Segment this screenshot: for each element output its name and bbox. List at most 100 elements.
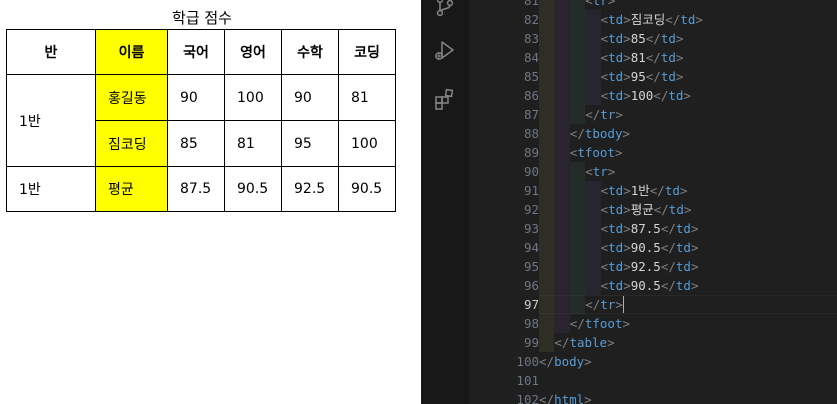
indent-guide <box>554 67 570 86</box>
indent-guide <box>585 181 601 200</box>
tag-bracket: > <box>623 183 631 198</box>
tag-name: td <box>660 50 676 65</box>
code-area[interactable]: <tr> <td>짐코딩</td> <td>85</td> <td>81</td> <t… <box>539 0 837 404</box>
tag-bracket: < <box>600 202 609 217</box>
score-table: 반 이름 국어 영어 수학 코딩 1반 홍길동 90 100 90 81 짐코딩… <box>6 29 396 212</box>
tag-bracket: </ <box>653 202 669 217</box>
indent-guide <box>539 238 555 257</box>
indent-guide <box>539 105 555 124</box>
indent-guide <box>554 295 570 314</box>
text-content: 1반 <box>630 183 650 198</box>
code-line[interactable]: <tr> <box>585 162 615 181</box>
tag-name: td <box>608 31 624 46</box>
indent-guide <box>554 124 570 143</box>
code-line[interactable]: <td>90.5</td> <box>601 276 699 295</box>
tag-name: tr <box>592 0 608 8</box>
source-control-icon[interactable] <box>433 0 457 18</box>
code-line[interactable]: </html> <box>539 390 592 404</box>
indent-guide <box>539 29 555 48</box>
code-line[interactable]: <td>92.5</td> <box>601 257 699 276</box>
tag-bracket: > <box>623 259 631 274</box>
tag-bracket: </ <box>665 12 681 27</box>
indent-guide <box>554 10 570 29</box>
average-cell: 87.5 <box>167 166 225 212</box>
code-line[interactable]: <td>짐코딩</td> <box>601 10 703 29</box>
code-line[interactable]: <td>95</td> <box>601 67 684 86</box>
indent-guide <box>585 200 601 219</box>
tag-bracket: > <box>690 259 699 274</box>
indent-guide <box>569 105 586 124</box>
code-line[interactable]: <td>85</td> <box>601 29 684 48</box>
tag-name: td <box>608 221 624 236</box>
indent-guide <box>554 162 570 181</box>
tag-bracket: > <box>607 164 616 179</box>
code-line[interactable]: </table> <box>554 333 614 352</box>
indent-guide <box>569 200 586 219</box>
code-line[interactable]: <td>90.5</td> <box>601 238 699 257</box>
code-line[interactable]: <td>1반</td> <box>601 181 688 200</box>
tag-name: td <box>660 31 676 46</box>
indent-guide <box>554 200 570 219</box>
indent-guide <box>569 0 586 10</box>
indent-guide <box>539 10 555 29</box>
tag-name: td <box>675 240 691 255</box>
code-editor[interactable]: 81 82 83 84 85 86 87 88 89 90 91 92 93 94 95 96 97 98 99 10… <box>421 0 837 404</box>
tag-bracket: > <box>623 202 631 217</box>
tag-bracket: > <box>690 240 699 255</box>
code-line[interactable]: </tfoot> <box>570 314 630 333</box>
class-cell: 1반 <box>6 166 96 212</box>
tag-bracket: < <box>585 0 593 8</box>
code-line[interactable]: </tr> <box>585 105 623 124</box>
header-cell: 코딩 <box>338 29 396 75</box>
line-number: 86 <box>523 88 539 103</box>
indent-guide <box>539 276 555 295</box>
indent-guide <box>585 10 601 29</box>
text-content: 짐코딩 <box>630 12 666 27</box>
code-line[interactable]: <td>100</td> <box>601 86 691 105</box>
tag-bracket: < <box>600 50 609 65</box>
text-content: 90.5 <box>630 278 661 293</box>
indent-guide <box>539 333 555 352</box>
tag-bracket: > <box>683 202 692 217</box>
tag-name: table <box>569 335 608 350</box>
line-number: 84 <box>523 50 539 65</box>
code-line[interactable]: <tr> <box>585 0 615 10</box>
score-cell: 95 <box>281 120 339 167</box>
tag-bracket: > <box>622 126 631 141</box>
score-cell: 100 <box>224 74 282 121</box>
code-line[interactable]: <td>81</td> <box>601 48 684 67</box>
tag-name: td <box>668 202 684 217</box>
indent-guide <box>539 257 555 276</box>
indent-guide <box>569 10 586 29</box>
header-cell: 수학 <box>281 29 339 75</box>
tag-bracket: </ <box>645 50 661 65</box>
code-line[interactable]: <td>평균</td> <box>601 200 692 219</box>
indent-guide <box>554 314 570 333</box>
tag-bracket: < <box>585 164 593 179</box>
name-cell: 짐코딩 <box>95 120 168 167</box>
table-row: 1반 홍길동 90 100 90 81 <box>6 74 396 167</box>
tag-name: tfoot <box>577 145 615 160</box>
code-line[interactable]: </tbody> <box>570 124 630 143</box>
code-line[interactable]: <tfoot> <box>570 143 623 162</box>
tag-name: tbody <box>584 126 623 141</box>
tag-name: tfoot <box>584 316 623 331</box>
indent-guide <box>585 276 601 295</box>
code-line[interactable]: </body> <box>539 352 592 371</box>
indent-guide <box>539 86 555 105</box>
tag-name: html <box>554 392 585 404</box>
average-cell: 92.5 <box>281 166 339 212</box>
line-number: 87 <box>523 107 539 122</box>
code-line[interactable]: </tr> <box>585 295 623 314</box>
tag-bracket: > <box>615 297 623 312</box>
indent-guide <box>585 67 601 86</box>
run-debug-icon[interactable] <box>433 38 457 62</box>
indent-guide <box>539 162 555 181</box>
tag-bracket: > <box>690 221 699 236</box>
code-line[interactable]: <td>87.5</td> <box>601 219 699 238</box>
indent-guide <box>539 181 555 200</box>
line-number: 82 <box>523 12 539 27</box>
extensions-icon[interactable] <box>433 87 457 111</box>
indent-guide <box>554 48 570 67</box>
line-number: 88 <box>523 126 539 141</box>
